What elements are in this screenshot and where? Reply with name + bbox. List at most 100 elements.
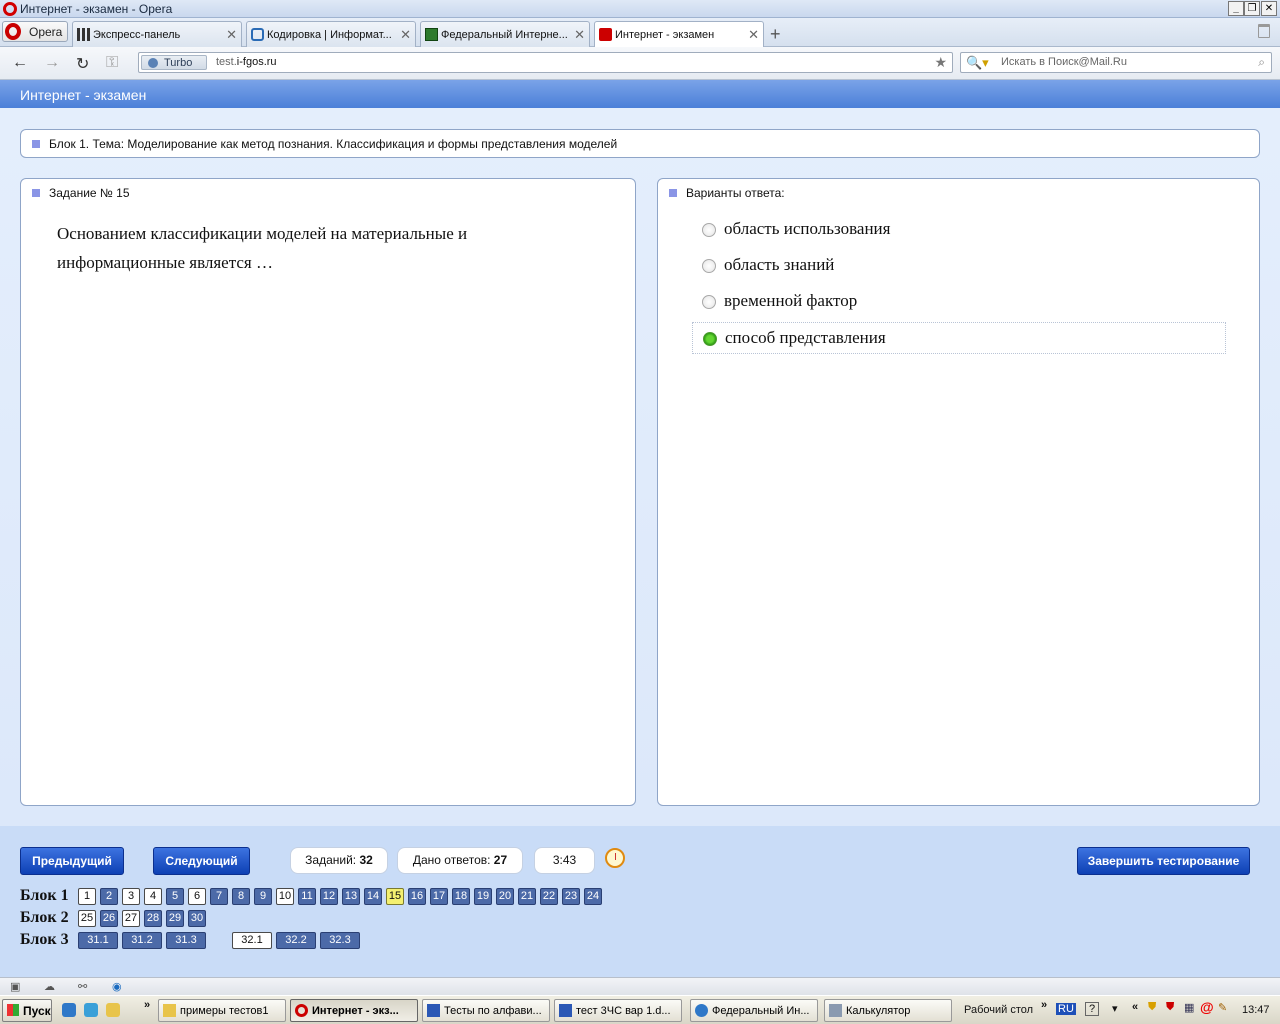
trash-icon[interactable] xyxy=(1258,24,1270,38)
question-nav-button[interactable]: 5 xyxy=(166,888,184,905)
answer-option-4[interactable]: способ представления xyxy=(692,322,1226,354)
question-nav-button[interactable]: 18 xyxy=(452,888,470,905)
finish-test-button[interactable]: Завершить тестирование xyxy=(1077,847,1250,875)
question-nav-button[interactable]: 1 xyxy=(78,888,96,905)
question-nav-button[interactable]: 31.1 xyxy=(78,932,118,949)
question-nav-button[interactable]: 30 xyxy=(188,910,206,927)
question-nav-button[interactable]: 16 xyxy=(408,888,426,905)
question-nav-button[interactable]: 20 xyxy=(496,888,514,905)
shield-icon[interactable]: ⛊ xyxy=(1148,1001,1156,1014)
question-nav-button[interactable]: 2 xyxy=(100,888,118,905)
help-icon[interactable]: ? xyxy=(1085,1002,1100,1016)
radio-button[interactable] xyxy=(702,223,716,237)
toolbar-more-icon[interactable]: » xyxy=(1041,999,1047,1011)
question-nav-button[interactable]: 15 xyxy=(386,888,404,905)
task-folder[interactable]: примеры тестов1 xyxy=(158,999,286,1022)
search-input[interactable]: 🔍▾ Искать в Поиск@Mail.Ru ⌕ xyxy=(960,52,1272,73)
opera-menu-button[interactable]: Opera xyxy=(2,21,68,42)
question-nav-button[interactable]: 10 xyxy=(276,888,294,905)
question-nav-button[interactable]: 31.3 xyxy=(166,932,206,949)
tab-federal[interactable]: Федеральный Интерне... ✕ xyxy=(420,21,590,47)
radio-button-selected[interactable] xyxy=(703,332,717,346)
close-tab-icon[interactable]: ✕ xyxy=(748,27,759,43)
key-icon[interactable]: ⚿ xyxy=(106,54,118,72)
question-nav-button[interactable]: 32.2 xyxy=(276,932,316,949)
question-nav-button[interactable]: 9 xyxy=(254,888,272,905)
close-tab-icon[interactable]: ✕ xyxy=(400,27,411,43)
question-nav-button[interactable]: 28 xyxy=(144,910,162,927)
question-panel: Задание № 15 Основанием классификации мо… xyxy=(20,178,636,806)
quicklaunch-more-icon[interactable]: » xyxy=(144,999,150,1011)
forward-icon[interactable]: → xyxy=(44,54,60,72)
task-ie[interactable]: Федеральный Ин... xyxy=(690,999,818,1022)
tray-more-icon[interactable]: « xyxy=(1132,1001,1138,1013)
next-button[interactable]: Следующий xyxy=(153,847,250,875)
tab-encoding[interactable]: Кодировка | Информат... ✕ xyxy=(246,21,416,47)
question-nav-button[interactable]: 21 xyxy=(518,888,536,905)
question-nav-button[interactable]: 8 xyxy=(232,888,250,905)
reload-icon[interactable]: ↻ xyxy=(76,54,89,74)
close-tab-icon[interactable]: ✕ xyxy=(226,27,237,43)
close-tab-icon[interactable]: ✕ xyxy=(574,27,585,43)
question-nav-button[interactable]: 4 xyxy=(144,888,162,905)
antivirus-icon[interactable]: ⛊ xyxy=(1166,1001,1174,1014)
share-icon[interactable]: ⚯ xyxy=(78,980,87,993)
back-icon[interactable]: ← xyxy=(12,54,28,72)
answer-option-3[interactable]: временной фактор xyxy=(692,286,1226,318)
question-nav-button[interactable]: 26 xyxy=(100,910,118,927)
answer-option-1[interactable]: область использования xyxy=(692,214,1226,246)
radio-button[interactable] xyxy=(702,259,716,273)
minimize-button[interactable]: _ xyxy=(1228,1,1244,16)
question-nav-button[interactable]: 12 xyxy=(320,888,338,905)
search-engine-icon[interactable]: 🔍▾ xyxy=(966,55,989,71)
address-field[interactable]: Turbo test.i-fgos.ru ★ xyxy=(138,52,953,73)
tray-expand-icon[interactable]: ▾ xyxy=(1112,1002,1118,1015)
bookmark-star-icon[interactable]: ★ xyxy=(934,54,947,71)
question-nav-button[interactable]: 29 xyxy=(166,910,184,927)
tab-speed-dial[interactable]: Экспресс-панель ✕ xyxy=(72,21,242,47)
question-nav-button[interactable]: 14 xyxy=(364,888,382,905)
timer: 3:43 xyxy=(534,847,595,874)
question-nav-button[interactable]: 3 xyxy=(122,888,140,905)
close-button[interactable]: ✕ xyxy=(1261,1,1277,16)
question-nav-button[interactable]: 19 xyxy=(474,888,492,905)
start-button[interactable]: Пуск xyxy=(2,999,52,1022)
previous-button[interactable]: Предыдущий xyxy=(20,847,124,875)
speed-icon[interactable]: ◉ xyxy=(112,980,122,993)
question-nav-button[interactable]: 31.2 xyxy=(122,932,162,949)
search-icon[interactable]: ⌕ xyxy=(1258,55,1265,70)
radio-button[interactable] xyxy=(702,295,716,309)
question-nav-button[interactable]: 7 xyxy=(210,888,228,905)
question-nav-button[interactable]: 24 xyxy=(584,888,602,905)
task-calculator[interactable]: Калькулятор xyxy=(824,999,952,1022)
question-nav-button[interactable]: 11 xyxy=(298,888,316,905)
mail-agent-icon[interactable]: @ xyxy=(1200,999,1214,1015)
desktop-toolbar-label[interactable]: Рабочий стол xyxy=(964,1004,1033,1016)
question-nav-button[interactable]: 13 xyxy=(342,888,360,905)
language-indicator[interactable]: RU xyxy=(1056,1003,1076,1015)
question-nav-button[interactable]: 25 xyxy=(78,910,96,927)
cloud-icon[interactable]: ☁ xyxy=(44,980,55,993)
new-tab-icon[interactable]: + xyxy=(770,24,781,45)
maximize-button[interactable]: ❐ xyxy=(1244,1,1260,16)
question-nav-button[interactable]: 17 xyxy=(430,888,448,905)
question-nav-button[interactable]: 27 xyxy=(122,910,140,927)
task-word-1[interactable]: Тесты по алфави... xyxy=(422,999,550,1022)
question-nav-button[interactable]: 22 xyxy=(540,888,558,905)
answer-option-2[interactable]: область знаний xyxy=(692,250,1226,282)
task-opera[interactable]: Интернет - экз... xyxy=(290,999,418,1022)
folder-quicklaunch-icon[interactable] xyxy=(106,1003,120,1017)
question-nav-button[interactable]: 32.1 xyxy=(232,932,272,949)
question-nav-button[interactable]: 23 xyxy=(562,888,580,905)
network-icon[interactable]: ▦ xyxy=(1184,1001,1194,1014)
ie-icon[interactable] xyxy=(62,1003,76,1017)
turbo-button[interactable]: Turbo xyxy=(141,55,207,70)
site-icon xyxy=(599,28,612,41)
pen-icon[interactable]: ✎ xyxy=(1218,1001,1227,1014)
task-word-2[interactable]: тест 3ЧС вар 1.d... xyxy=(554,999,682,1022)
browser-quicklaunch-icon[interactable] xyxy=(84,1003,98,1017)
question-nav-button[interactable]: 6 xyxy=(188,888,206,905)
panel-toggle-icon[interactable]: ▣ xyxy=(10,980,20,993)
question-nav-button[interactable]: 32.3 xyxy=(320,932,360,949)
tab-internet-exam[interactable]: Интернет - экзамен ✕ xyxy=(594,21,764,48)
